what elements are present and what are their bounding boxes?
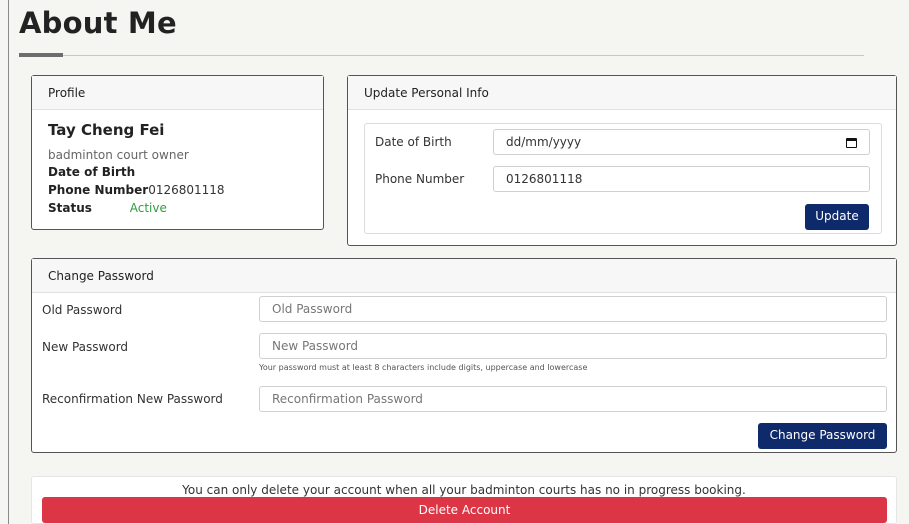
window-edge [8, 0, 9, 524]
delete-account-button[interactable]: Delete Account [42, 497, 887, 523]
phone-label: Phone Number [375, 172, 465, 186]
title-divider [19, 55, 864, 56]
profile-dob-label: Date of Birth [48, 165, 136, 179]
dob-date-value: dd/mm/yyyy [506, 135, 582, 149]
profile-card: Profile Tay Cheng Fei badminton court ow… [31, 75, 324, 230]
password-hint: Your password must at least 8 characters… [259, 363, 588, 372]
profile-role: badminton court owner [48, 148, 189, 162]
delete-account-note: You can only delete your account when al… [182, 483, 746, 497]
profile-status-label: Status [48, 201, 92, 215]
profile-phone-label: Phone Number [48, 183, 149, 197]
update-info-card: Update Personal Info Date of Birth dd/mm… [347, 75, 897, 246]
old-password-input[interactable]: Old Password [259, 296, 887, 322]
profile-name: Tay Cheng Fei [48, 121, 165, 139]
profile-card-header: Profile [32, 76, 323, 110]
title-accent-bar [19, 53, 63, 57]
confirm-password-label: Reconfirmation New Password [42, 392, 223, 406]
dob-label: Date of Birth [375, 135, 452, 149]
page-title: About Me [19, 6, 177, 40]
change-password-button[interactable]: Change Password [758, 423, 887, 449]
profile-dob-row: Date of Birth [48, 165, 135, 179]
profile-phone-value: 0126801118 [148, 183, 225, 197]
confirm-password-input[interactable]: Reconfirmation Password [259, 386, 887, 412]
update-button[interactable]: Update [805, 204, 869, 230]
new-password-input[interactable]: New Password [259, 333, 887, 359]
phone-number-input[interactable]: 0126801118 [493, 166, 870, 192]
new-password-label: New Password [42, 340, 129, 354]
calendar-icon[interactable] [846, 138, 857, 148]
old-password-label: Old Password [42, 303, 123, 317]
update-info-card-header: Update Personal Info [348, 76, 896, 110]
delete-account-section: You can only delete your account when al… [31, 476, 897, 524]
change-password-card-header: Change Password [32, 259, 896, 293]
profile-status-row: Status Active [48, 201, 167, 215]
phone-number-value: 0126801118 [506, 172, 583, 186]
status-badge: Active [129, 201, 167, 215]
change-password-card: Change Password Old Password Old Passwor… [31, 258, 897, 453]
profile-phone-row: Phone Number0126801118 [48, 183, 225, 197]
dob-date-input[interactable]: dd/mm/yyyy [493, 129, 870, 155]
update-info-form: Date of Birth dd/mm/yyyy Phone Number 01… [364, 123, 882, 234]
